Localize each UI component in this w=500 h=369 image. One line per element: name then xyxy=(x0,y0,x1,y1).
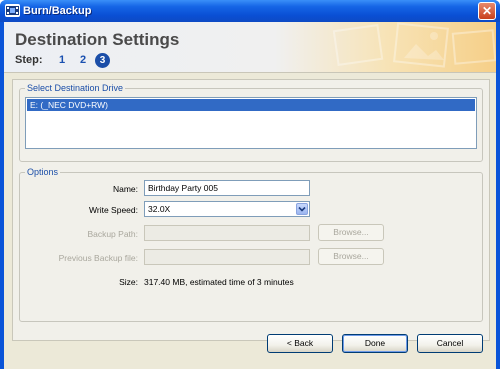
drive-list-item[interactable]: E: (_NEC DVD+RW) xyxy=(27,99,475,111)
write-speed-value: 32.0X xyxy=(148,204,171,214)
drive-list[interactable]: E: (_NEC DVD+RW) xyxy=(25,97,477,149)
chevron-down-icon[interactable] xyxy=(296,203,308,215)
write-speed-label: Write Speed: xyxy=(89,205,138,215)
back-button[interactable]: < Back xyxy=(267,334,333,353)
dialog-client-area: Destination Settings Step: 1 2 3 Select … xyxy=(4,22,496,369)
size-label: Size: xyxy=(119,277,138,287)
previous-backup-browse-button: Browse... xyxy=(318,248,384,265)
previous-backup-label: Previous Backup file: xyxy=(58,253,138,263)
name-field[interactable]: Birthday Party 005 xyxy=(144,180,310,196)
done-button[interactable]: Done xyxy=(342,334,408,353)
size-value: 317.40 MB, estimated time of 3 minutes xyxy=(144,277,294,287)
write-speed-select[interactable]: 32.0X xyxy=(144,201,310,217)
window-title: Burn/Backup xyxy=(23,5,92,17)
title-bar[interactable]: Burn/Backup ✕ xyxy=(0,0,500,22)
wizard-header: Destination Settings Step: 1 2 3 xyxy=(4,22,496,72)
close-icon: ✕ xyxy=(481,4,493,18)
page-title: Destination Settings xyxy=(15,30,180,49)
step-2[interactable]: 2 xyxy=(78,53,88,68)
backup-path-field xyxy=(144,225,310,241)
name-label: Name: xyxy=(112,184,138,194)
cancel-button[interactable]: Cancel xyxy=(417,334,483,353)
burn-backup-window: Burn/Backup ✕ Destination Settings Step:… xyxy=(0,0,500,369)
header-divider xyxy=(4,72,496,73)
settings-panel: Select Destination Drive E: (_NEC DVD+RW… xyxy=(12,79,490,341)
options-legend: Options xyxy=(25,167,61,177)
film-strip-icon xyxy=(5,4,20,17)
destination-drive-legend: Select Destination Drive xyxy=(25,83,126,93)
step-1[interactable]: 1 xyxy=(57,53,67,68)
backup-path-browse-button: Browse... xyxy=(318,224,384,241)
destination-drive-group: Select Destination Drive E: (_NEC DVD+RW… xyxy=(19,83,483,162)
photo-collage-decoration xyxy=(332,22,496,68)
previous-backup-field xyxy=(144,249,310,265)
close-button[interactable]: ✕ xyxy=(478,2,496,20)
backup-path-label: Backup Path: xyxy=(87,229,138,239)
step-3-current: 3 xyxy=(95,53,110,68)
step-label: Step: xyxy=(15,54,43,66)
options-group: Options Name: Birthday Party 005 Write S… xyxy=(19,167,483,322)
